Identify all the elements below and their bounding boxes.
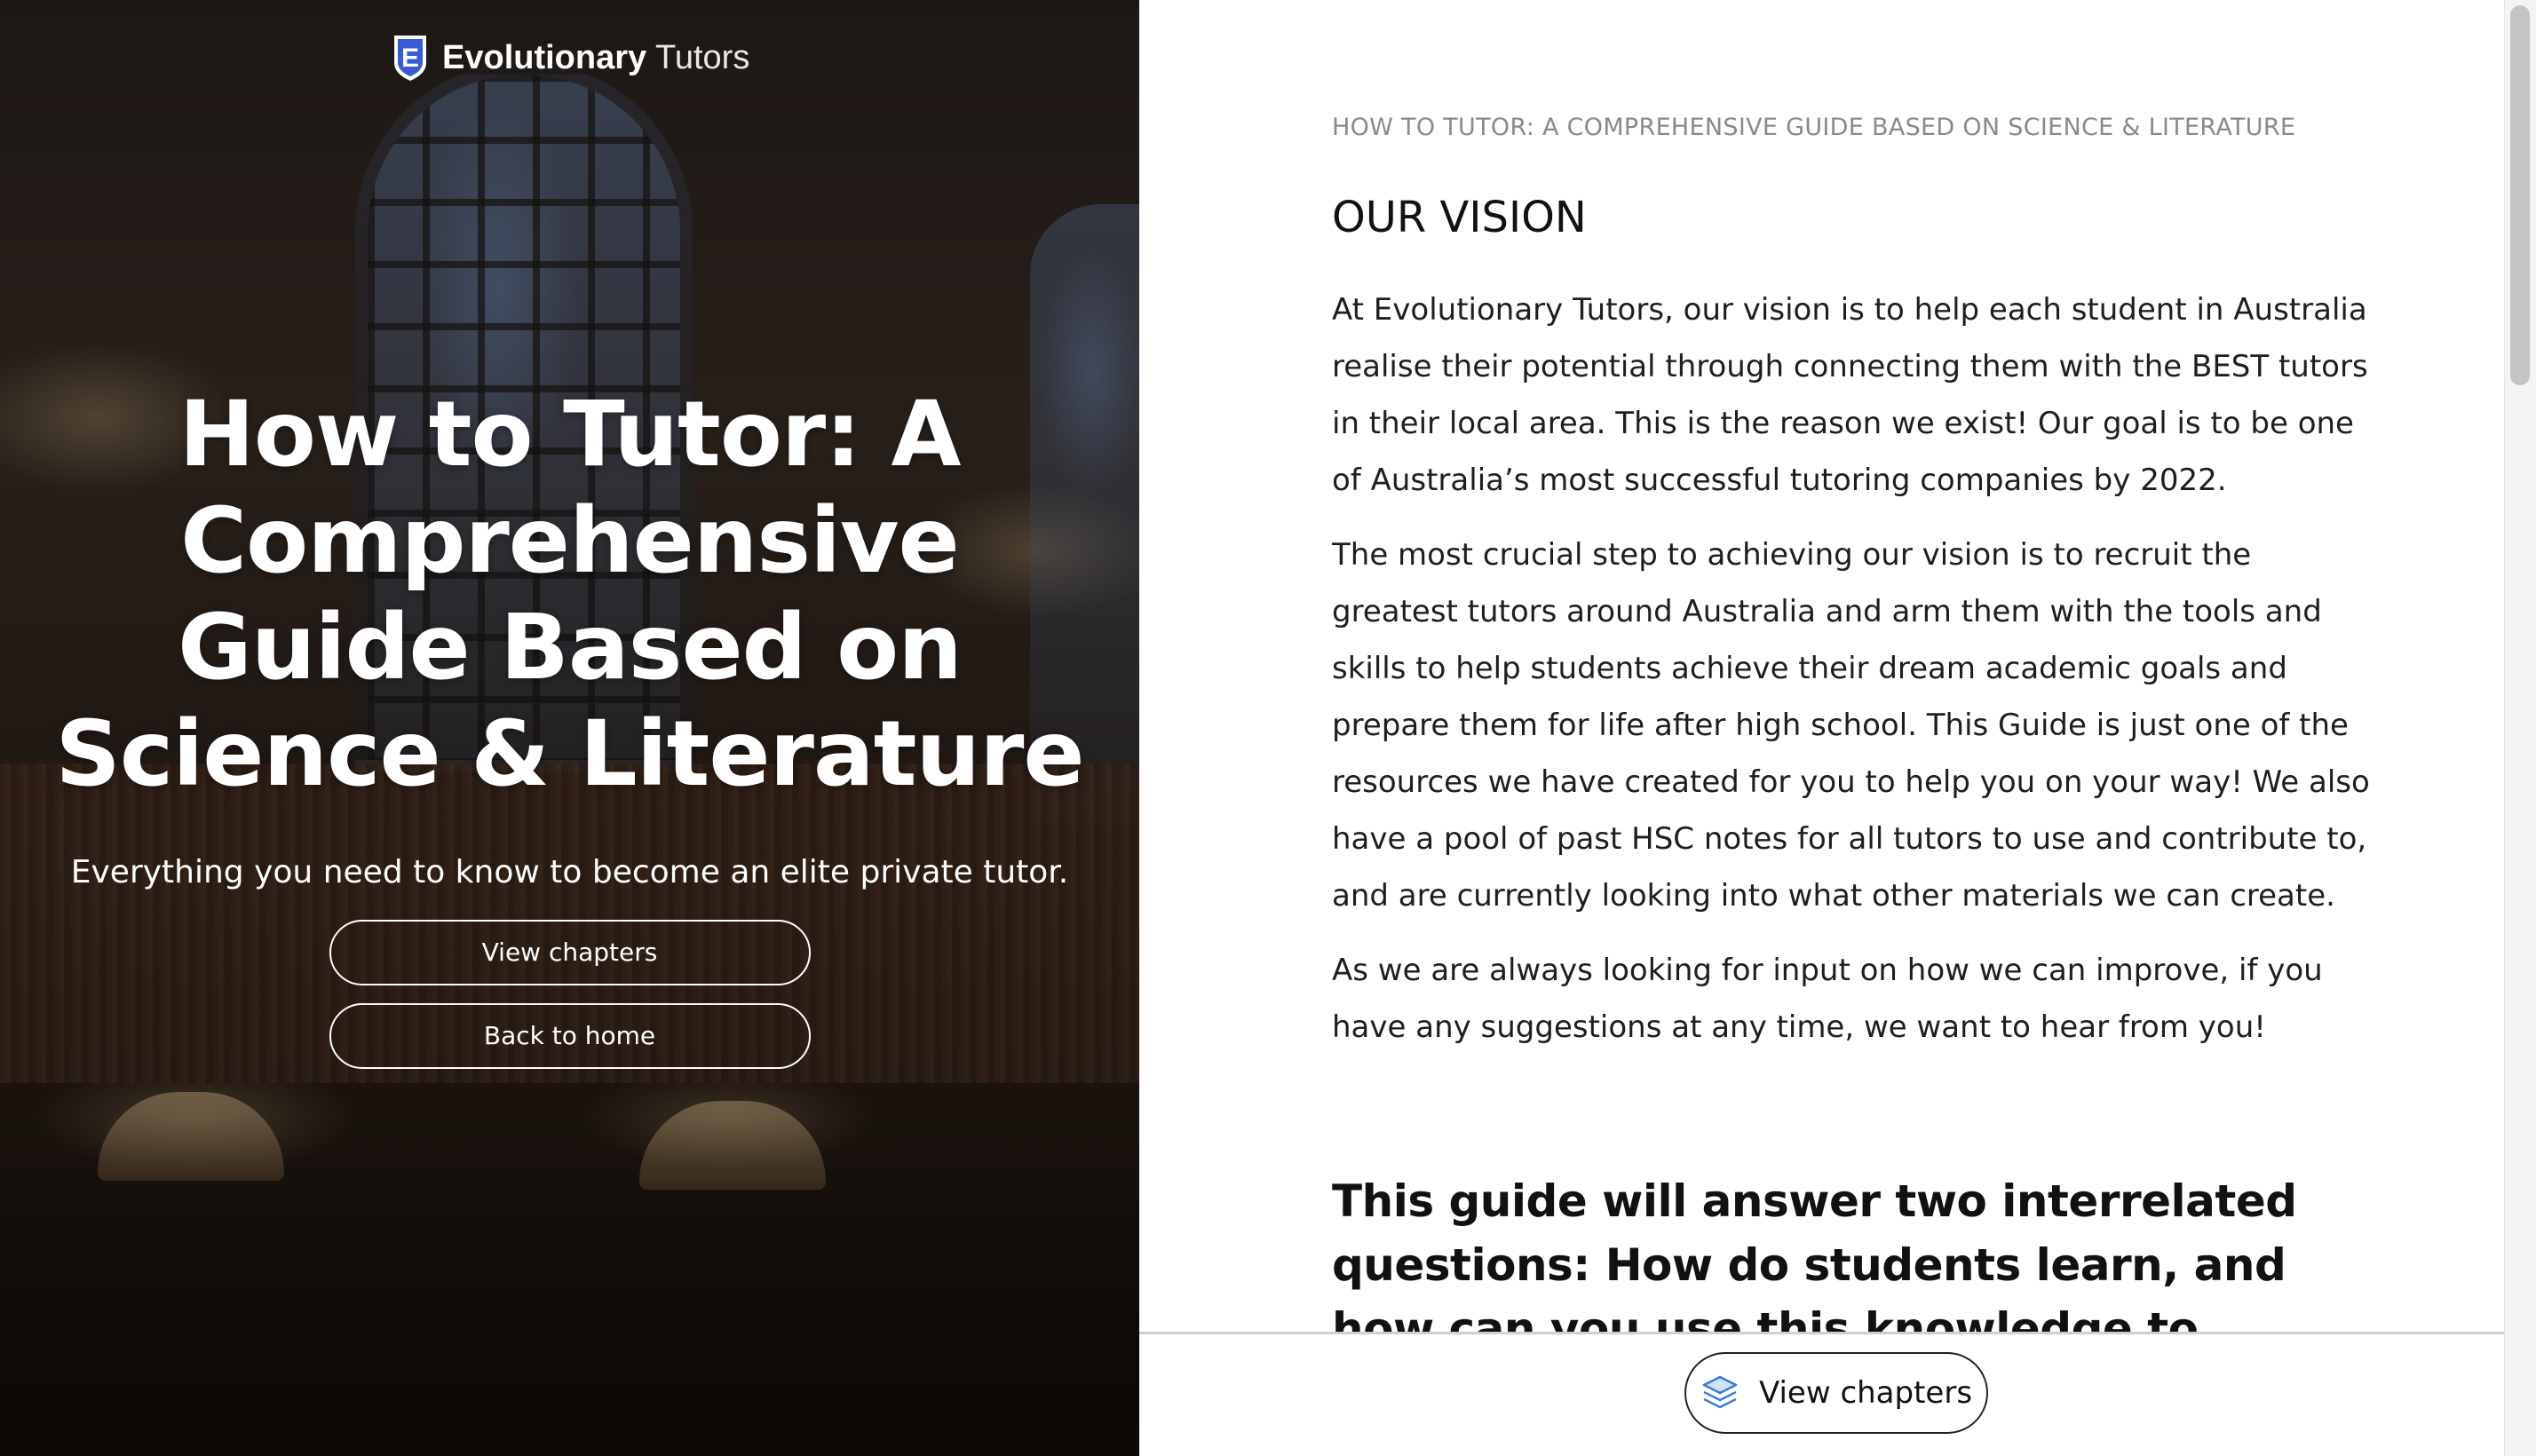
- guide-heading: This guide will answer two interrelated …: [1332, 1175, 2297, 1332]
- hero-title-line: Comprehensive: [180, 488, 959, 594]
- vision-paragraph: At Evolutionary Tutors, our vision is to…: [1332, 292, 2368, 498]
- hero-title-line: Guide Based on: [178, 595, 963, 700]
- article-panel[interactable]: HOW TO TUTOR: A COMPREHENSIVE GUIDE BASE…: [1139, 0, 2504, 1332]
- hero-panel: E Evolutionary Tutors How to Tutor: A Co…: [0, 0, 1139, 1456]
- brand-logo-link[interactable]: E Evolutionary Tutors: [391, 32, 749, 83]
- hero-content: How to Tutor: A Comprehensive Guide Base…: [0, 382, 1139, 1069]
- article-content: HOW TO TUTOR: A COMPREHENSIVE GUIDE BASE…: [1332, 114, 2371, 1332]
- bottom-bar: View chapters: [1139, 1332, 2504, 1456]
- hero-subtitle: Everything you need to know to become an…: [70, 854, 1069, 890]
- hero-title-line: Science & Literature: [55, 701, 1084, 807]
- brand-name: Evolutionary Tutors: [442, 39, 749, 77]
- shield-letter: E: [401, 44, 419, 73]
- brand-name-light: Tutors: [655, 38, 750, 76]
- brand-name-bold: Evolutionary: [442, 38, 647, 76]
- shield-logo-icon: E: [391, 33, 430, 83]
- section-heading: OUR VISION: [1332, 193, 1587, 242]
- vision-paragraph: The most crucial step to achieving our v…: [1332, 537, 2370, 914]
- page-scrollbar[interactable]: [2504, 0, 2536, 1456]
- vision-paragraph: As we are always looking for input on ho…: [1332, 953, 2323, 1045]
- scrollbar-thumb[interactable]: [2510, 5, 2530, 385]
- back-to-home-button[interactable]: Back to home: [329, 1003, 811, 1069]
- hero-title: How to Tutor: A Comprehensive Guide Base…: [46, 382, 1094, 808]
- view-chapters-button[interactable]: View chapters: [329, 920, 811, 985]
- view-chapters-pill-button[interactable]: View chapters: [1684, 1352, 1988, 1434]
- breadcrumb: HOW TO TUTOR: A COMPREHENSIVE GUIDE BASE…: [1332, 114, 2296, 141]
- layers-icon: [1700, 1373, 1740, 1412]
- view-chapters-pill-label: View chapters: [1758, 1375, 1973, 1411]
- hero-title-line: How to Tutor: A: [178, 382, 962, 487]
